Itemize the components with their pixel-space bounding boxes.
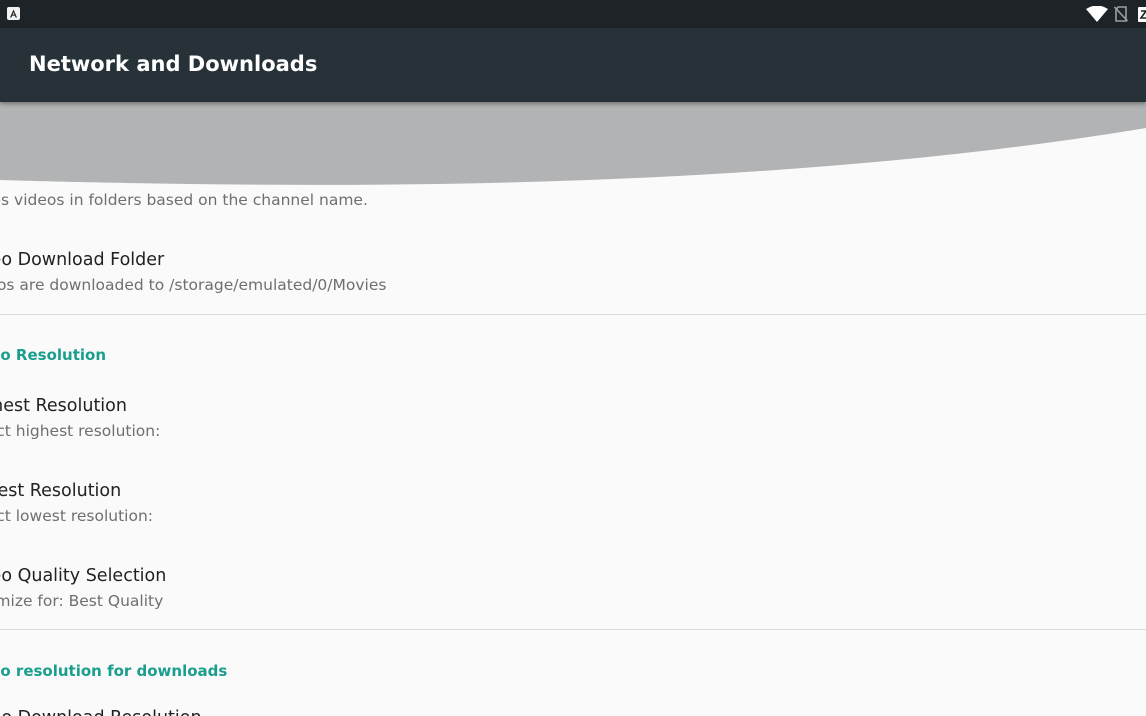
app-toolbar: Network and Downloads bbox=[0, 28, 1146, 102]
category-video-resolution-downloads: Video resolution for downloads bbox=[0, 662, 228, 680]
a-app-icon bbox=[7, 7, 20, 20]
no-sim-icon bbox=[1114, 6, 1128, 22]
pref-summary: Select highest resolution: bbox=[0, 422, 161, 440]
battery-icon bbox=[1138, 7, 1146, 22]
pref-title: Highest Resolution bbox=[0, 396, 127, 416]
category-video-resolution: Video Resolution bbox=[0, 346, 106, 364]
page-title: Network and Downloads bbox=[29, 52, 318, 76]
pref-title: Video Download Resolution bbox=[0, 708, 202, 716]
pref-title: Video Quality Selection bbox=[0, 566, 167, 586]
pref-title: Channel Folder Downloads bbox=[0, 165, 197, 185]
pref-title: Video Download Folder bbox=[0, 250, 165, 270]
divider bbox=[0, 629, 1146, 630]
preferences-list: Downloads Channel Folder Downloads Saves… bbox=[0, 102, 1146, 716]
category-downloads: Downloads bbox=[0, 115, 56, 133]
divider bbox=[0, 314, 1146, 315]
pref-summary: Select lowest resolution: bbox=[0, 507, 153, 525]
pref-summary: Optimize for: Best Quality bbox=[0, 592, 164, 610]
status-bar bbox=[0, 0, 1146, 28]
pref-summary: Saves videos in folders based on the cha… bbox=[0, 191, 368, 209]
pref-summary: Videos are downloaded to /storage/emulat… bbox=[0, 276, 387, 294]
wifi-icon bbox=[1086, 6, 1108, 22]
pref-title: Lowest Resolution bbox=[0, 481, 122, 501]
